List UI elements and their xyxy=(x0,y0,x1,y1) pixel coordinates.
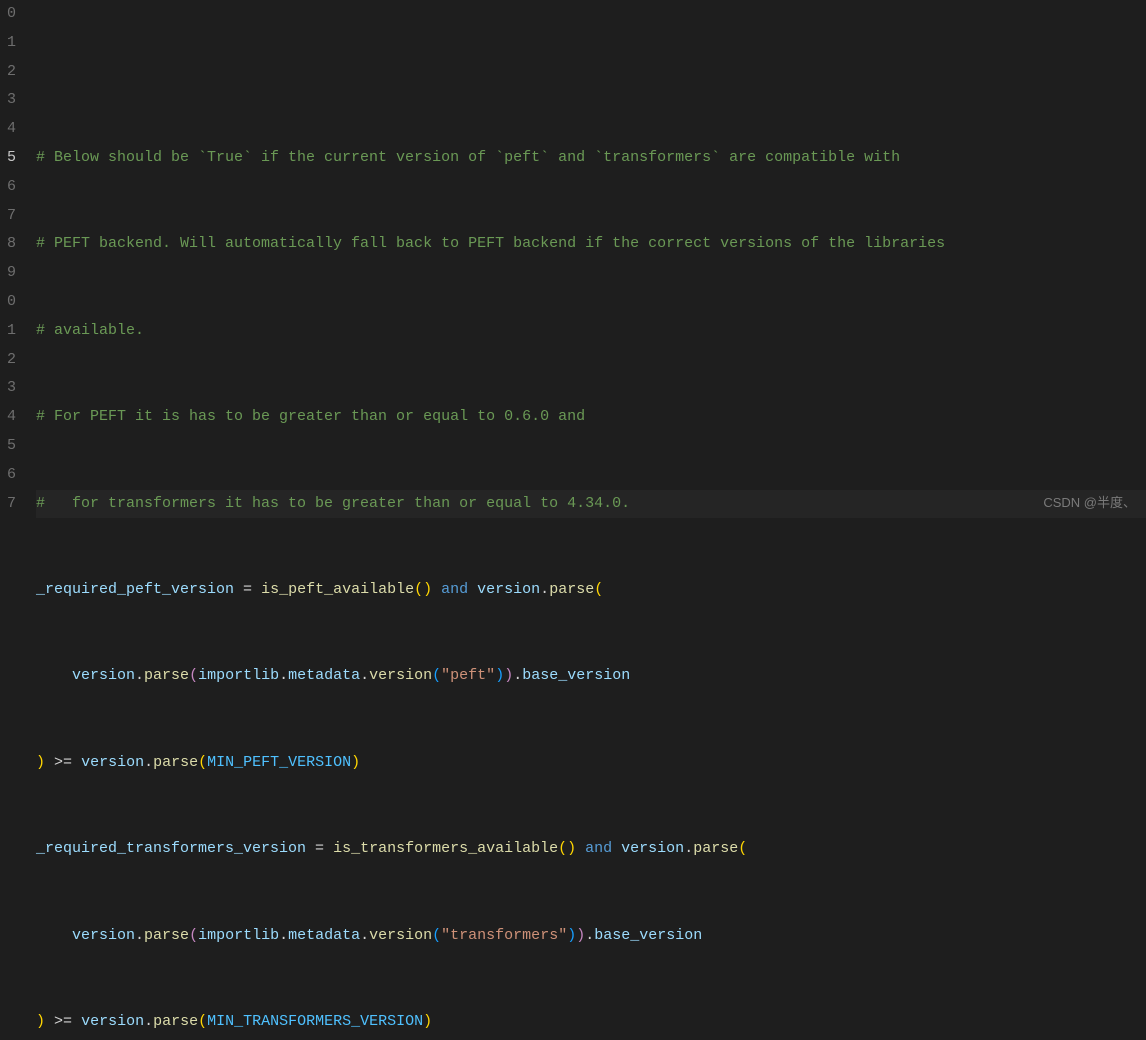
operator: >= xyxy=(54,1013,72,1030)
code-line[interactable]: # Below should be `True` if the current … xyxy=(36,144,1146,173)
line-number: 6 xyxy=(0,461,16,490)
function: parse xyxy=(144,667,189,684)
code-line[interactable]: # available. xyxy=(36,317,1146,346)
constant: MIN_TRANSFORMERS_VERSION xyxy=(207,1013,423,1030)
variable: _required_transformers_version xyxy=(36,840,306,857)
code-line[interactable]: # For PEFT it is has to be greater than … xyxy=(36,403,1146,432)
comment: # for transformers it has to be greater … xyxy=(36,495,630,512)
variable: metadata xyxy=(288,667,360,684)
code-line[interactable]: _required_transformers_version = is_tran… xyxy=(36,835,1146,864)
line-number: 7 xyxy=(0,490,16,519)
variable: importlib xyxy=(198,927,279,944)
constant: MIN_PEFT_VERSION xyxy=(207,754,351,771)
attribute: base_version xyxy=(522,667,630,684)
line-number-active: 5 xyxy=(0,144,16,173)
code-line[interactable]: version.parse(importlib.metadata.version… xyxy=(36,922,1146,951)
function: parse xyxy=(693,840,738,857)
line-number: 7 xyxy=(0,202,16,231)
line-number: 0 xyxy=(0,0,16,29)
watermark: CSDN @半度、 xyxy=(1043,491,1136,516)
code-line[interactable]: ) >= version.parse(MIN_TRANSFORMERS_VERS… xyxy=(36,1008,1146,1037)
line-number: 8 xyxy=(0,230,16,259)
variable: version xyxy=(477,581,540,598)
function: version xyxy=(369,927,432,944)
attribute: base_version xyxy=(594,927,702,944)
code-line[interactable] xyxy=(36,58,1146,87)
line-number: 5 xyxy=(0,432,16,461)
code-content[interactable]: # Below should be `True` if the current … xyxy=(22,0,1146,1040)
variable: _required_peft_version xyxy=(36,581,234,598)
line-number: 1 xyxy=(0,317,16,346)
function: is_transformers_available xyxy=(333,840,558,857)
line-number: 2 xyxy=(0,346,16,375)
comment: # For PEFT it is has to be greater than … xyxy=(36,408,585,425)
variable: version xyxy=(81,754,144,771)
line-number: 0 xyxy=(0,288,16,317)
variable: version xyxy=(72,667,135,684)
code-line-active[interactable]: # for transformers it has to be greater … xyxy=(36,490,1146,519)
function: parse xyxy=(153,754,198,771)
operator: >= xyxy=(54,754,72,771)
comment: # available. xyxy=(36,322,144,339)
code-editor[interactable]: 0 1 2 3 4 5 6 7 8 9 0 1 2 3 4 5 6 7 # Be… xyxy=(0,0,1146,1040)
variable: version xyxy=(72,927,135,944)
string: "peft" xyxy=(441,667,495,684)
variable: metadata xyxy=(288,927,360,944)
line-number: 1 xyxy=(0,29,16,58)
line-number: 9 xyxy=(0,259,16,288)
line-number: 2 xyxy=(0,58,16,87)
line-number: 3 xyxy=(0,374,16,403)
code-line[interactable]: _required_peft_version = is_peft_availab… xyxy=(36,576,1146,605)
line-number: 4 xyxy=(0,115,16,144)
code-line[interactable]: # PEFT backend. Will automatically fall … xyxy=(36,230,1146,259)
comment: # PEFT backend. Will automatically fall … xyxy=(36,235,945,252)
function: is_peft_available xyxy=(261,581,414,598)
function: parse xyxy=(144,927,189,944)
variable: version xyxy=(81,1013,144,1030)
variable: importlib xyxy=(198,667,279,684)
comment: # Below should be `True` if the current … xyxy=(36,149,900,166)
keyword: and xyxy=(441,581,468,598)
code-line[interactable]: ) >= version.parse(MIN_PEFT_VERSION) xyxy=(36,749,1146,778)
line-number-gutter: 0 1 2 3 4 5 6 7 8 9 0 1 2 3 4 5 6 7 xyxy=(0,0,22,1040)
function: version xyxy=(369,667,432,684)
string: "transformers" xyxy=(441,927,567,944)
variable: version xyxy=(621,840,684,857)
line-number: 3 xyxy=(0,86,16,115)
line-number: 6 xyxy=(0,173,16,202)
keyword: and xyxy=(585,840,612,857)
function: parse xyxy=(153,1013,198,1030)
code-line[interactable]: version.parse(importlib.metadata.version… xyxy=(36,662,1146,691)
line-number: 4 xyxy=(0,403,16,432)
function: parse xyxy=(549,581,594,598)
